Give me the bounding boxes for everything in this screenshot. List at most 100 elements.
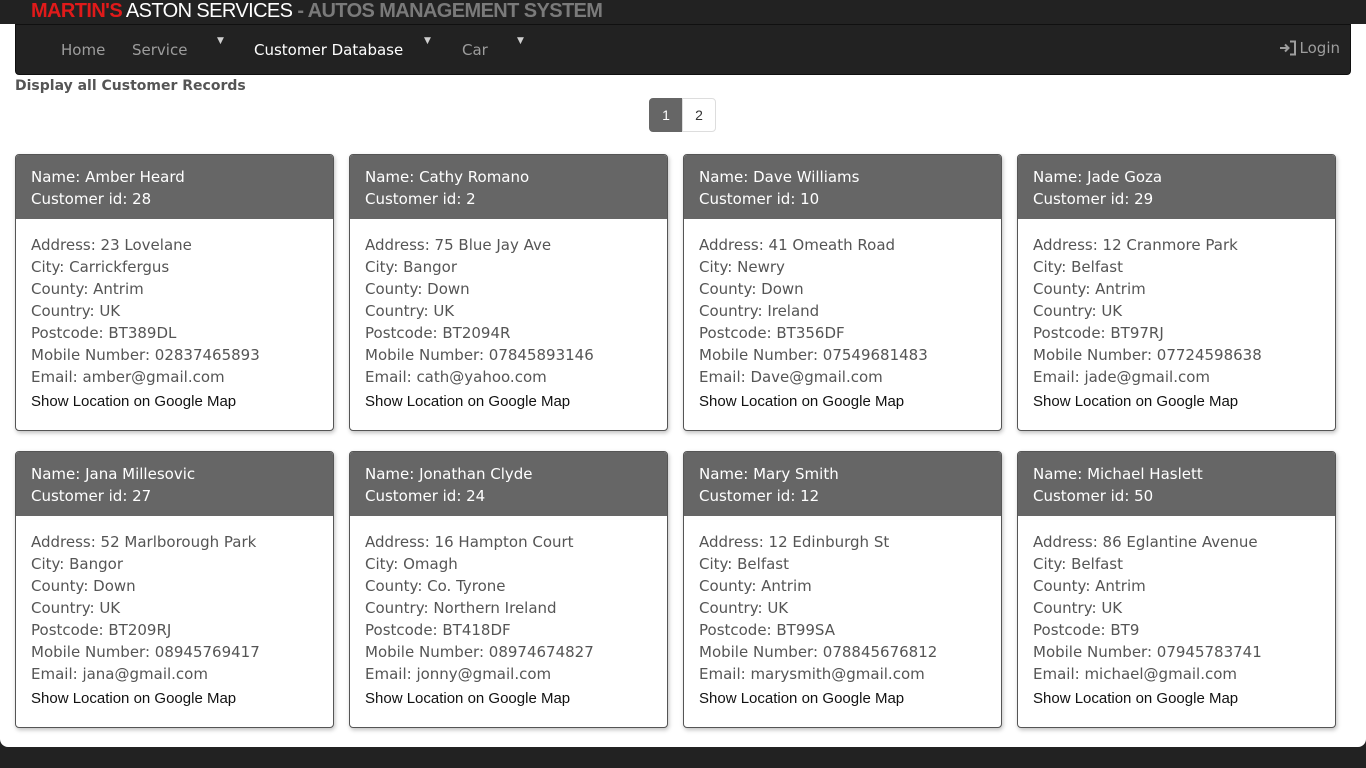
site-title-subtitle: - AUTOS MANAGEMENT SYSTEM [292,0,603,22]
card-body: Address: 41 Omeath Road City: Newry Coun… [684,219,1001,413]
brand-bar: MARTIN'S ASTON SERVICES - AUTOS MANAGEME… [0,0,1366,24]
customer-id: Customer id: 2 [365,190,476,208]
customer-card: Name: Mary Smith Customer id: 12 Address… [683,451,1002,728]
nav-service[interactable]: Service [132,41,187,59]
navbar: Home Service ▼ Customer Database ▼ Car ▼… [15,24,1351,75]
login-icon [1279,40,1296,56]
customer-country: Country: Northern Ireland [365,599,557,617]
customer-city: City: Belfast [1033,258,1123,276]
customer-email: Email: marysmith@gmail.com [699,665,925,683]
customer-country: Country: UK [699,599,789,617]
customer-name: Name: Dave Williams [699,168,860,186]
card-header: Name: Dave Williams Customer id: 10 [684,155,1001,219]
show-map-link[interactable]: Show Location on Google Map [365,391,652,413]
login-label: Login [1299,39,1340,57]
customer-id: Customer id: 27 [31,487,152,505]
card-body: Address: 52 Marlborough Park City: Bango… [16,516,333,710]
customer-address: Address: 86 Eglantine Avenue [1033,533,1258,551]
customer-county: County: Antrim [1033,577,1146,595]
customer-address: Address: 23 Lovelane [31,236,192,254]
customer-card: Name: Michael Haslett Customer id: 50 Ad… [1017,451,1336,728]
customer-county: County: Antrim [1033,280,1146,298]
customer-country: Country: Ireland [699,302,820,320]
customer-mobile: Mobile Number: 07724598638 [1033,346,1262,364]
customer-country: Country: UK [31,302,121,320]
card-header: Name: Mary Smith Customer id: 12 [684,452,1001,516]
site-title-owner: MARTIN'S [31,0,123,22]
customer-name: Name: Jana Millesovic [31,465,196,483]
show-map-link[interactable]: Show Location on Google Map [699,391,986,413]
customer-city: City: Belfast [699,555,789,573]
customer-mobile: Mobile Number: 078845676812 [699,643,938,661]
customer-postcode: Postcode: BT209RJ [31,621,172,639]
customer-card: Name: Amber Heard Customer id: 28 Addres… [15,154,334,431]
customer-email: Email: jonny@gmail.com [365,665,552,683]
customer-county: County: Down [699,280,804,298]
customer-id: Customer id: 12 [699,487,820,505]
site-title-name: ASTON SERVICES [122,0,293,22]
customer-address: Address: 75 Blue Jay Ave [365,236,552,254]
customer-id: Customer id: 24 [365,487,486,505]
customer-city: City: Carrickfergus [31,258,170,276]
pagination: 1 2 [649,98,716,132]
nav-home[interactable]: Home [61,41,105,59]
customer-address: Address: 16 Hampton Court [365,533,574,551]
customer-dropdown-caret-icon[interactable]: ▼ [424,36,431,46]
login-link[interactable]: Login [1279,39,1340,57]
customer-address: Address: 52 Marlborough Park [31,533,257,551]
page-2-button[interactable]: 2 [682,98,716,132]
service-dropdown-caret-icon[interactable]: ▼ [217,36,224,46]
customer-email: Email: Dave@gmail.com [699,368,883,386]
card-header: Name: Cathy Romano Customer id: 2 [350,155,667,219]
customer-email: Email: michael@gmail.com [1033,665,1238,683]
nav-car[interactable]: Car [462,41,488,59]
car-dropdown-caret-icon[interactable]: ▼ [517,36,524,46]
nav-customer-database[interactable]: Customer Database [254,41,403,59]
card-body: Address: 23 Lovelane City: Carrickfergus… [16,219,333,413]
card-header: Name: Amber Heard Customer id: 28 [16,155,333,219]
customer-card: Name: Jonathan Clyde Customer id: 24 Add… [349,451,668,728]
customer-postcode: Postcode: BT97RJ [1033,324,1164,342]
show-map-link[interactable]: Show Location on Google Map [1033,688,1320,710]
page-title: Display all Customer Records [15,78,246,94]
customer-county: County: Antrim [699,577,812,595]
customer-country: Country: UK [365,302,455,320]
customer-name: Name: Mary Smith [699,465,839,483]
customer-email: Email: jade@gmail.com [1033,368,1211,386]
customer-postcode: Postcode: BT99SA [699,621,835,639]
customer-county: County: Down [365,280,470,298]
customer-city: City: Bangor [31,555,123,573]
customer-address: Address: 12 Edinburgh St [699,533,890,551]
customer-id: Customer id: 28 [31,190,152,208]
show-map-link[interactable]: Show Location on Google Map [31,688,318,710]
show-map-link[interactable]: Show Location on Google Map [365,688,652,710]
customer-id: Customer id: 50 [1033,487,1154,505]
customer-name: Name: Jade Goza [1033,168,1163,186]
customer-city: City: Belfast [1033,555,1123,573]
card-body: Address: 12 Edinburgh St City: Belfast C… [684,516,1001,710]
customer-mobile: Mobile Number: 08974674827 [365,643,594,661]
customer-email: Email: jana@gmail.com [31,665,208,683]
customer-postcode: Postcode: BT356DF [699,324,845,342]
show-map-link[interactable]: Show Location on Google Map [1033,391,1320,413]
customer-county: County: Co. Tyrone [365,577,506,595]
customer-country: Country: UK [31,599,121,617]
customer-county: County: Antrim [31,280,144,298]
customer-mobile: Mobile Number: 08945769417 [31,643,260,661]
customer-city: City: Newry [699,258,785,276]
customer-mobile: Mobile Number: 02837465893 [31,346,260,364]
customer-county: County: Down [31,577,136,595]
site-title: MARTIN'S ASTON SERVICES - AUTOS MANAGEME… [31,0,603,24]
customer-card: Name: Jana Millesovic Customer id: 27 Ad… [15,451,334,728]
show-map-link[interactable]: Show Location on Google Map [699,688,986,710]
card-header: Name: Michael Haslett Customer id: 50 [1018,452,1335,516]
customer-name: Name: Cathy Romano [365,168,530,186]
customer-city: City: Omagh [365,555,458,573]
customer-mobile: Mobile Number: 07945783741 [1033,643,1262,661]
show-map-link[interactable]: Show Location on Google Map [31,391,318,413]
card-header: Name: Jade Goza Customer id: 29 [1018,155,1335,219]
page-1-button[interactable]: 1 [649,98,683,132]
customer-email: Email: cath@yahoo.com [365,368,547,386]
customer-city: City: Bangor [365,258,457,276]
customer-name: Name: Jonathan Clyde [365,465,533,483]
